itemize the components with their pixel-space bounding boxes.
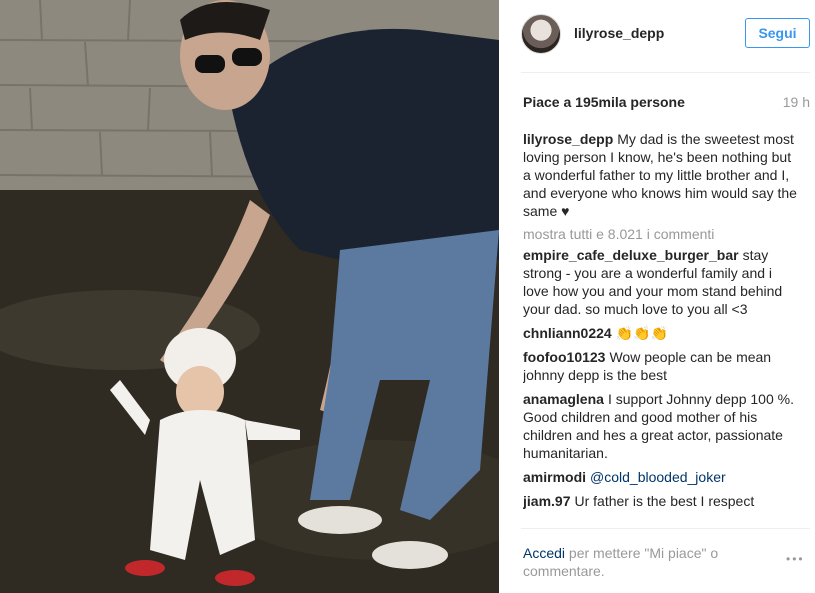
comment-text: Ur father is the best I respect xyxy=(574,493,755,509)
comment-username[interactable]: anamaglena xyxy=(523,391,604,407)
divider xyxy=(521,528,810,529)
list-item: jiam.97 Ur father is the best I respect xyxy=(523,492,799,510)
post-photo xyxy=(0,0,499,593)
list-item: empire_cafe_deluxe_burger_bar stay strong… xyxy=(523,246,799,318)
list-item: anamaglena I support Johnny depp 100 %. G… xyxy=(523,390,799,462)
photo-illustration xyxy=(0,0,499,593)
comment-username[interactable]: chnliann0224 xyxy=(523,325,612,341)
comment-username[interactable]: jiam.97 xyxy=(523,493,570,509)
view-all-comments-link[interactable]: mostra tutti e 8.021 i commenti xyxy=(523,226,799,242)
header-username[interactable]: lilyrose_depp xyxy=(574,25,664,41)
follow-button[interactable]: Segui xyxy=(745,18,810,48)
likes-count[interactable]: Piace a 195mila persone xyxy=(523,94,685,110)
likes-row: Piace a 195mila persone 19 h xyxy=(523,94,810,112)
post-details-panel: lilyrose_depp Segui Piace a 195mila pers… xyxy=(499,0,815,593)
caption-username[interactable]: lilyrose_depp xyxy=(523,131,613,147)
comment-mention[interactable]: @cold_blooded_joker xyxy=(590,469,726,485)
caption: lilyrose_depp My dad is the sweetest most… xyxy=(523,130,799,220)
list-item: foofoo10123 Wow people can be mean johnny… xyxy=(523,348,799,384)
avatar[interactable] xyxy=(521,14,561,54)
comment-username[interactable]: foofoo10123 xyxy=(523,349,605,365)
login-link[interactable]: Accedi xyxy=(523,545,565,561)
post-timestamp[interactable]: 19 h xyxy=(783,94,810,110)
post-header: lilyrose_depp Segui xyxy=(499,0,815,72)
comment-text: 👏👏👏 xyxy=(615,325,668,341)
comments-list[interactable]: lilyrose_depp My dad is the sweetest most… xyxy=(523,130,799,526)
login-prompt: Accedi per mettere "Mi piace" o commenta… xyxy=(523,544,739,580)
list-item: amirmodi @cold_blooded_joker xyxy=(523,468,799,486)
comment-username[interactable]: amirmodi xyxy=(523,469,586,485)
comment-username[interactable]: empire_cafe_deluxe_burger_bar xyxy=(523,247,739,263)
divider xyxy=(521,72,810,73)
list-item: chnliann0224 👏👏👏 xyxy=(523,324,799,342)
more-options-icon[interactable]: ••• xyxy=(786,552,805,566)
